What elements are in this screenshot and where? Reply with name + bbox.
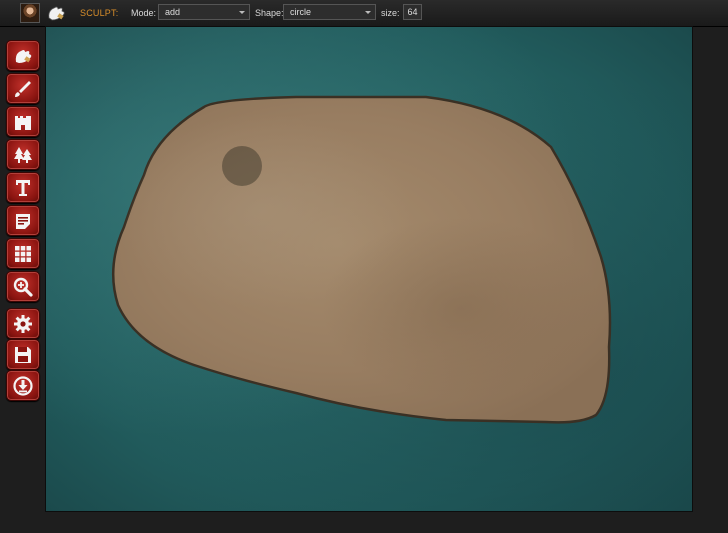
map-canvas[interactable] <box>45 26 693 512</box>
paint-brush-icon <box>15 80 31 97</box>
shape-select[interactable]: circle <box>283 4 376 20</box>
text-tool-button[interactable] <box>6 172 40 203</box>
landmass <box>111 95 612 424</box>
paint-tool-button[interactable] <box>6 73 40 104</box>
structures-tool-button[interactable] <box>6 106 40 137</box>
grid-icon <box>15 245 31 262</box>
notes-tool-button[interactable] <box>6 205 40 236</box>
save-icon <box>15 346 31 363</box>
user-avatar[interactable] <box>20 3 40 23</box>
sculpt-tool-button[interactable] <box>6 40 40 71</box>
settings-button[interactable] <box>6 308 40 339</box>
text-icon <box>16 179 30 196</box>
size-input[interactable]: 64 <box>403 4 422 20</box>
shape-label: Shape: <box>255 8 284 18</box>
mode-select-value: add <box>165 7 181 17</box>
vegetation-tool-button[interactable] <box>6 139 40 170</box>
chevron-down-icon <box>365 11 371 14</box>
notes-icon <box>16 213 30 229</box>
castle-icon <box>15 115 31 130</box>
mode-label: Mode: <box>131 8 157 18</box>
size-label: size: <box>381 8 400 18</box>
shape-select-value: circle <box>290 7 312 17</box>
zoom-tool-button[interactable] <box>6 271 40 302</box>
current-tool-sculpt-icon <box>45 3 67 23</box>
grid-tool-button[interactable] <box>6 238 40 269</box>
mode-select[interactable]: add <box>158 4 250 20</box>
gear-icon <box>14 314 32 333</box>
zoom-icon <box>13 277 33 297</box>
tool-name-label: SCULPT: <box>80 8 119 18</box>
trees-icon <box>14 146 32 163</box>
top-toolbar: SCULPT: Mode: add Shape: circle size: 64 <box>0 0 728 27</box>
brush-cursor <box>222 146 262 186</box>
download-button[interactable] <box>6 370 40 401</box>
download-icon <box>13 375 33 396</box>
chevron-down-icon <box>239 11 245 14</box>
save-button[interactable] <box>6 339 40 370</box>
sculpt-hand-icon <box>15 49 32 63</box>
